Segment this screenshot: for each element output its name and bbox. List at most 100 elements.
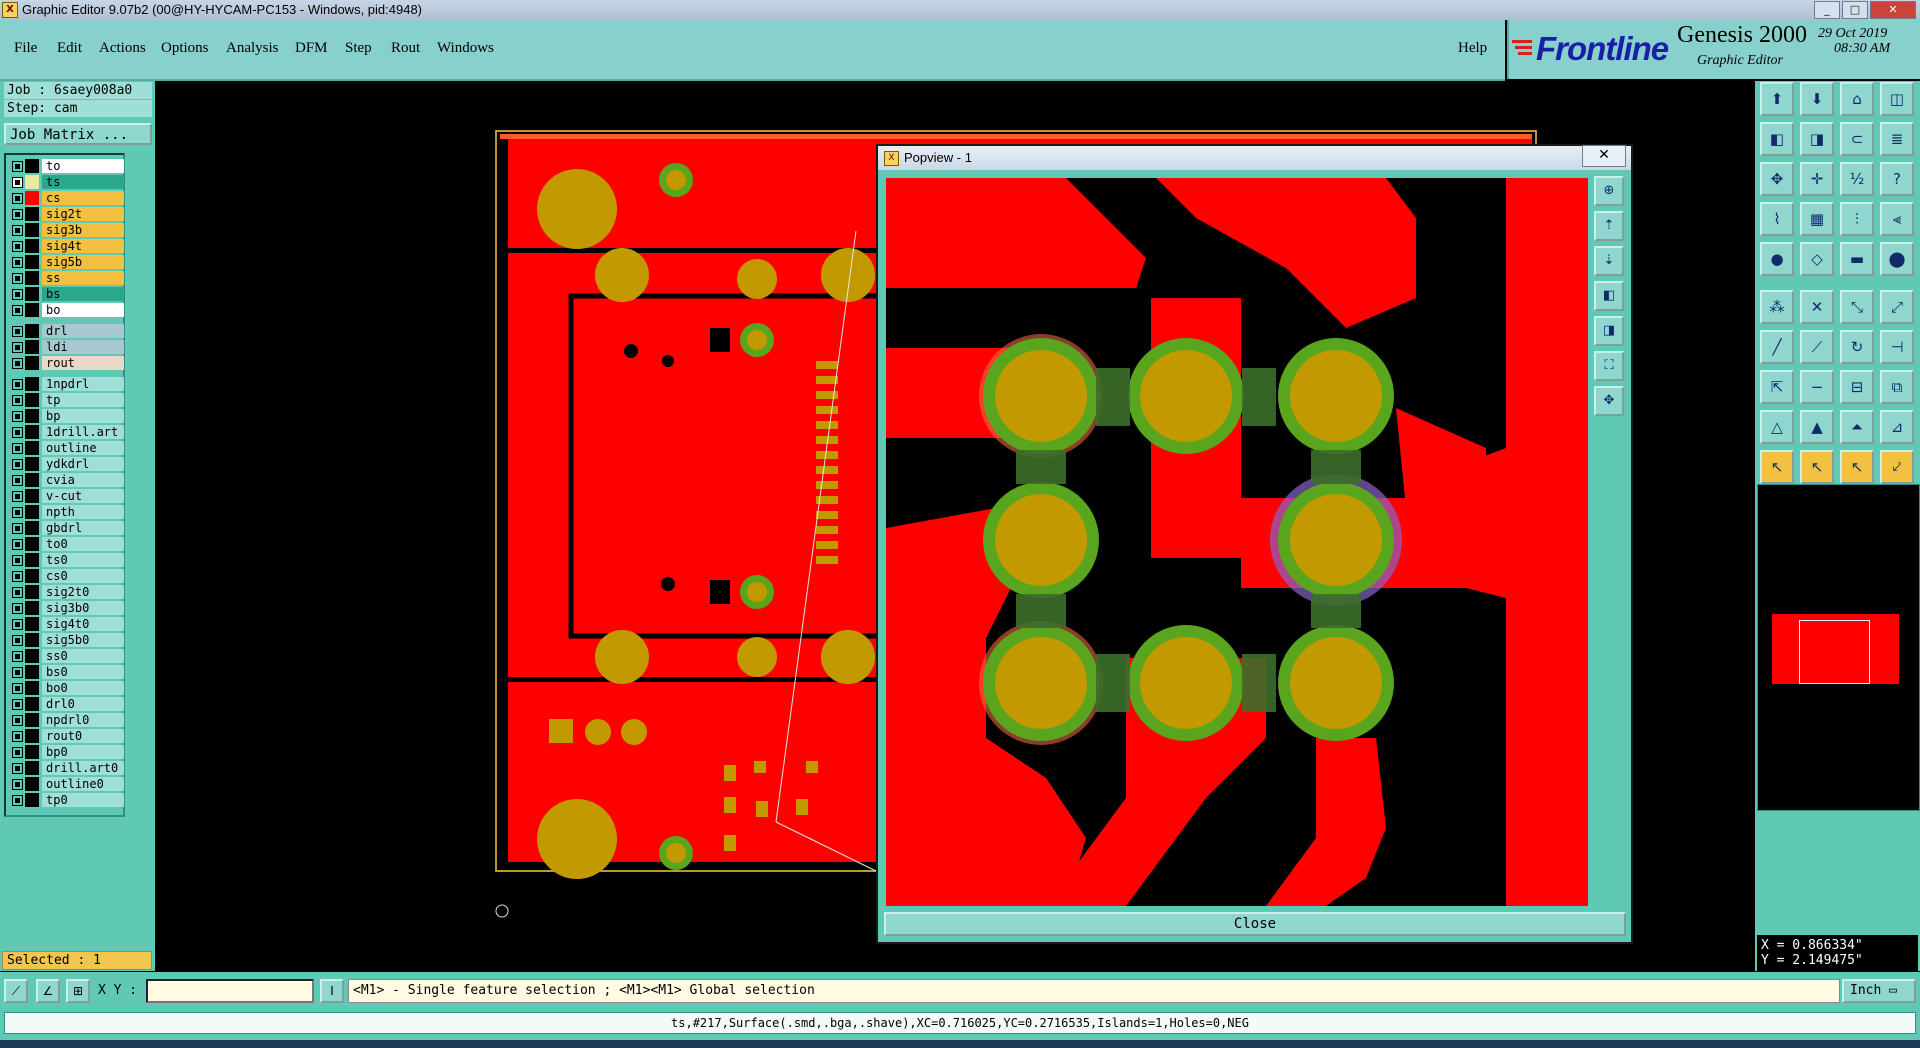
layer-name[interactable]: sig4t <box>42 239 124 253</box>
layer-color-swatch[interactable] <box>25 713 39 727</box>
layer-name[interactable]: drill.art0 <box>42 761 124 775</box>
layer-name[interactable]: sig4t0 <box>42 617 124 631</box>
layer-checkbox[interactable] <box>12 747 23 758</box>
layer-row[interactable]: gbdrl <box>8 521 124 536</box>
move-button[interactable]: ⇱ <box>1760 370 1794 404</box>
menu-step[interactable]: Step <box>345 40 372 57</box>
layer-color-swatch[interactable] <box>25 303 39 317</box>
layer-row[interactable]: outline0 <box>8 777 124 792</box>
layer-name[interactable]: cs0 <box>42 569 124 583</box>
layer-color-swatch[interactable] <box>25 175 39 189</box>
route-button[interactable]: ⫶ <box>1840 202 1874 236</box>
layer-checkbox[interactable] <box>12 395 23 406</box>
layer-color-swatch[interactable] <box>25 537 39 551</box>
pan-button[interactable]: ✛ <box>1800 162 1834 196</box>
layer-checkbox[interactable] <box>12 795 23 806</box>
menu-options[interactable]: Options <box>161 40 209 57</box>
arc-button[interactable]: ↻ <box>1840 330 1874 364</box>
layer-name[interactable]: ts0 <box>42 553 124 567</box>
layer-name[interactable]: ss <box>42 271 124 285</box>
layer-name[interactable]: bo0 <box>42 681 124 695</box>
layer-checkbox[interactable] <box>12 358 23 369</box>
layer-checkbox[interactable] <box>12 257 23 268</box>
draw-mode-icon[interactable]: ⟋ <box>4 979 28 1003</box>
layer-name[interactable]: bs <box>42 287 124 301</box>
layer-row[interactable]: ss <box>8 271 124 286</box>
menu-analysis[interactable]: Analysis <box>226 40 279 57</box>
left-button[interactable]: ◧ <box>1760 122 1794 156</box>
layer-color-swatch[interactable] <box>25 271 39 285</box>
layer-row[interactable]: sig5b0 <box>8 633 124 648</box>
pointer-button[interactable]: ↖ <box>1760 450 1794 484</box>
maximize-button[interactable]: □ <box>1842 1 1868 19</box>
layer-checkbox[interactable] <box>12 193 23 204</box>
layer-row[interactable]: ldi <box>8 340 124 355</box>
layer-checkbox[interactable] <box>12 225 23 236</box>
layer-name[interactable]: bo <box>42 303 124 317</box>
layer-row[interactable]: sig3b <box>8 223 124 238</box>
open-button[interactable]: ⬇ <box>1800 82 1834 116</box>
layer-row[interactable]: rout0 <box>8 729 124 744</box>
menu-windows[interactable]: Windows <box>437 40 494 57</box>
layer-row[interactable]: tp <box>8 393 124 408</box>
layer-color-swatch[interactable] <box>25 324 39 338</box>
layer-name[interactable]: npdrl0 <box>42 713 124 727</box>
layer-row[interactable]: sig5b <box>8 255 124 270</box>
layer-row[interactable]: sig4t0 <box>8 617 124 632</box>
dot-button[interactable]: ⬤ <box>1880 242 1914 276</box>
menu-edit[interactable]: Edit <box>57 40 82 57</box>
step-button[interactable]: ⬆ <box>1760 82 1794 116</box>
job-matrix-button[interactable]: Job Matrix ... <box>4 123 152 145</box>
layer-color-swatch[interactable] <box>25 287 39 301</box>
layer-row[interactable]: drill.art0 <box>8 761 124 776</box>
layer-checkbox[interactable] <box>12 523 23 534</box>
layer-checkbox[interactable] <box>12 161 23 172</box>
layer-name[interactable]: bp <box>42 409 124 423</box>
layer-row[interactable]: bs <box>8 287 124 302</box>
layer-name[interactable]: rout <box>42 356 124 370</box>
layer-color-swatch[interactable] <box>25 441 39 455</box>
layer-checkbox[interactable] <box>12 427 23 438</box>
layer-name[interactable]: ts <box>42 175 124 189</box>
layer-color-swatch[interactable] <box>25 393 39 407</box>
layer-checkbox[interactable] <box>12 379 23 390</box>
layer-checkbox[interactable] <box>12 683 23 694</box>
layer-row[interactable]: bo <box>8 303 124 318</box>
layer-name[interactable]: sig2t0 <box>42 585 124 599</box>
layer-name[interactable]: ss0 <box>42 649 124 663</box>
layer-checkbox[interactable] <box>12 273 23 284</box>
layer-color-swatch[interactable] <box>25 239 39 253</box>
cross-button[interactable]: ✕ <box>1800 290 1834 324</box>
layer-name[interactable]: tp <box>42 393 124 407</box>
layer-checkbox[interactable] <box>12 491 23 502</box>
scale-button[interactable]: ½ <box>1840 162 1874 196</box>
text-cursor-icon[interactable]: I <box>320 979 344 1003</box>
layer-row[interactable]: sig2t0 <box>8 585 124 600</box>
layer-name[interactable]: npth <box>42 505 124 519</box>
layer-color-swatch[interactable] <box>25 340 39 354</box>
layer-color-swatch[interactable] <box>25 409 39 423</box>
angle-mode-icon[interactable]: ∠ <box>36 979 60 1003</box>
layer-name[interactable]: ydkdrl <box>42 457 124 471</box>
layer-color-swatch[interactable] <box>25 681 39 695</box>
layer-checkbox[interactable] <box>12 539 23 550</box>
popview-pan-left-button[interactable]: ◧ <box>1594 281 1624 311</box>
layer-row[interactable]: ss0 <box>8 649 124 664</box>
triangle-button[interactable]: △ <box>1760 410 1794 444</box>
layer-name[interactable]: sig2t <box>42 207 124 221</box>
layer-color-swatch[interactable] <box>25 191 39 205</box>
layer-checkbox[interactable] <box>12 763 23 774</box>
triangle2-button[interactable]: ▲ <box>1800 410 1834 444</box>
layer-row[interactable]: 1drill.art <box>8 425 124 440</box>
layer-name[interactable]: to <box>42 159 124 173</box>
layer-name[interactable]: bs0 <box>42 665 124 679</box>
layer-row[interactable]: sig3b0 <box>8 601 124 616</box>
layer-name[interactable]: cs <box>42 191 124 205</box>
layer-checkbox[interactable] <box>12 571 23 582</box>
layer-row[interactable]: npdrl0 <box>8 713 124 728</box>
layer-name[interactable]: sig3b <box>42 223 124 237</box>
snap-button[interactable]: ≣ <box>1880 122 1914 156</box>
home-button[interactable]: ⌂ <box>1840 82 1874 116</box>
layer-checkbox[interactable] <box>12 443 23 454</box>
layer-row[interactable]: npth <box>8 505 124 520</box>
